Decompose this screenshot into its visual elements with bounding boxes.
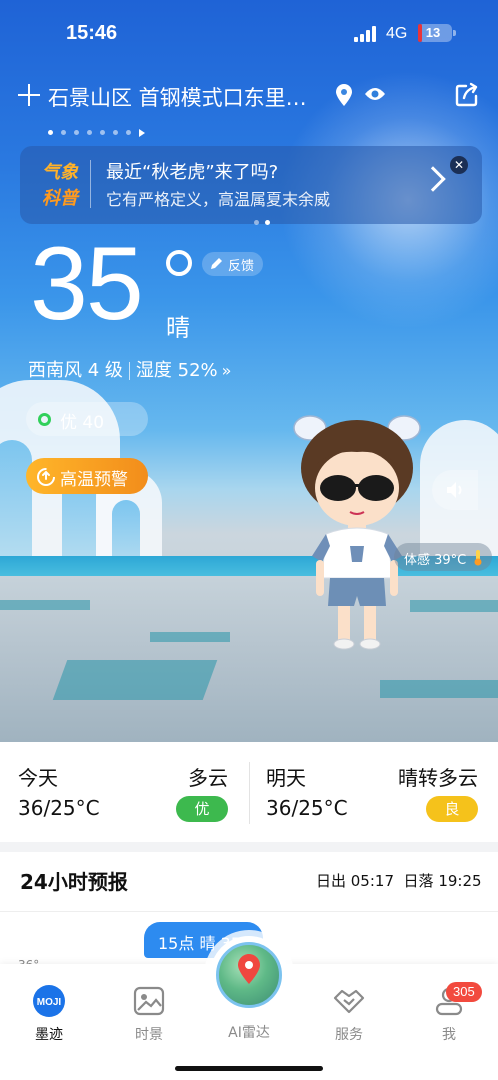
status-time: 15:46 — [66, 22, 118, 44]
location-bar: 石景山区 首钢模式口东里… — [18, 80, 478, 116]
aqi-ring-icon — [38, 413, 51, 426]
svg-text:MOJI: MOJI — [37, 997, 62, 1008]
cell-signal-icon — [354, 26, 378, 42]
eye-icon[interactable] — [364, 86, 386, 102]
daily-summary: 今天 36/25°C 多云 优 明天 36/25°C 晴转多云 良 — [0, 742, 498, 842]
banner-title: 最近“秋老虎”来了吗? — [106, 162, 279, 183]
tab-label: 时景 — [135, 1027, 163, 1043]
tab-ai-radar[interactable] — [210, 936, 288, 1014]
tab-services[interactable]: 服务 — [314, 984, 384, 1044]
location-pin-icon — [336, 84, 352, 106]
avatar-character[interactable] — [282, 406, 432, 656]
battery-percent: 13 — [425, 25, 441, 40]
hourly-forecast-title: 24小时预报 — [20, 870, 128, 894]
feels-like-pill[interactable]: 体感 39°C — [394, 543, 492, 571]
degree-symbol — [166, 250, 192, 276]
banner-dot — [265, 220, 270, 225]
feedback-label: 反馈 — [228, 259, 255, 274]
today-temp-range: 36/25°C — [18, 796, 100, 820]
page-dot — [100, 130, 105, 135]
photo-icon — [132, 984, 166, 1018]
home-indicator — [175, 1066, 323, 1071]
floor-tile — [150, 632, 230, 642]
today-label: 今天 — [18, 766, 58, 790]
more-chevron-icon: » — [221, 361, 232, 380]
today-condition: 多云 — [188, 766, 228, 790]
battery-icon: 13 — [418, 24, 456, 42]
heat-alert-pill[interactable]: 高温预警 — [26, 458, 148, 494]
notification-badge: 305 — [446, 982, 482, 1002]
location-name[interactable]: 石景山区 首钢模式口东里… — [48, 82, 307, 112]
floor-tile — [52, 660, 218, 700]
chevron-right-icon[interactable] — [420, 166, 446, 192]
humidity-text: 湿度 52% — [135, 360, 218, 381]
tab-label: AI雷达 — [228, 1025, 270, 1041]
tab-label: 墨迹 — [35, 1027, 63, 1043]
page-dot — [74, 130, 79, 135]
handshake-icon — [332, 984, 366, 1018]
close-icon[interactable]: ✕ — [450, 156, 468, 174]
today-aqi-badge: 优 — [176, 796, 228, 822]
pen-icon — [211, 258, 222, 269]
tomorrow-label: 明天 — [266, 766, 306, 790]
tab-label: 我 — [442, 1027, 456, 1043]
sunrise-time: 日出 05:17 — [316, 872, 394, 890]
feels-like-text: 体感 39°C — [404, 553, 467, 568]
banner-page-indicator — [254, 210, 276, 229]
network-type: 4G — [386, 25, 408, 42]
alert-thermometer-icon — [37, 468, 55, 486]
current-condition: 晴 — [166, 314, 190, 342]
sunrise-sunset: 日出 05:17 日落 19:25 — [316, 870, 482, 891]
city-page-indicator — [48, 122, 145, 137]
page-dot — [87, 130, 92, 135]
floor-tile — [380, 680, 498, 698]
tab-label: 服务 — [335, 1027, 363, 1043]
page-dot — [126, 130, 131, 135]
sunset-time: 日落 19:25 — [403, 872, 482, 890]
share-icon[interactable] — [454, 82, 480, 108]
banner-dot — [254, 220, 259, 225]
page-dot — [113, 130, 118, 135]
play-icon — [139, 128, 145, 137]
tab-scenery[interactable]: 时景 — [114, 984, 184, 1044]
hourly-forecast-header: 24小时预报 日出 05:17 日落 19:25 — [0, 852, 498, 912]
banner-brand-line2: 科普 — [42, 188, 78, 209]
aqi-pill[interactable]: 优 40 — [26, 402, 148, 436]
page-dot — [61, 130, 66, 135]
wind-text: 西南风 4 级 — [28, 360, 123, 381]
banner-subtitle: 它有严格定义，高温属夏末余威 — [106, 190, 331, 209]
tomorrow-temp-range: 36/25°C — [266, 796, 348, 820]
voice-broadcast-button[interactable] — [432, 470, 478, 510]
alert-label: 高温预警 — [60, 470, 128, 490]
banner-brand-line1: 气象 — [42, 162, 78, 183]
moji-logo-icon: MOJI — [32, 984, 66, 1018]
speaker-icon — [447, 482, 462, 498]
aqi-label: 优 40 — [60, 413, 105, 433]
location-pin-icon — [238, 954, 260, 984]
wind-humidity-row[interactable]: 西南风 4 级湿度 52%» — [28, 356, 231, 382]
tab-moji[interactable]: MOJI 墨迹 — [14, 984, 84, 1044]
floor-tile — [0, 600, 90, 610]
science-banner[interactable]: 气象 科普 最近“秋老虎”来了吗? 它有严格定义，高温属夏末余威 ✕ — [20, 146, 482, 225]
tomorrow-condition: 晴转多云 — [398, 766, 478, 790]
add-city-icon[interactable] — [18, 84, 40, 106]
current-temperature: 35 — [30, 226, 144, 342]
status-bar: 15:46 4G 13 — [0, 0, 498, 64]
page-dot — [48, 130, 53, 135]
feedback-button[interactable]: 反馈 — [202, 252, 264, 276]
thermometer-icon — [474, 550, 482, 566]
tomorrow-aqi-badge: 良 — [426, 796, 478, 822]
